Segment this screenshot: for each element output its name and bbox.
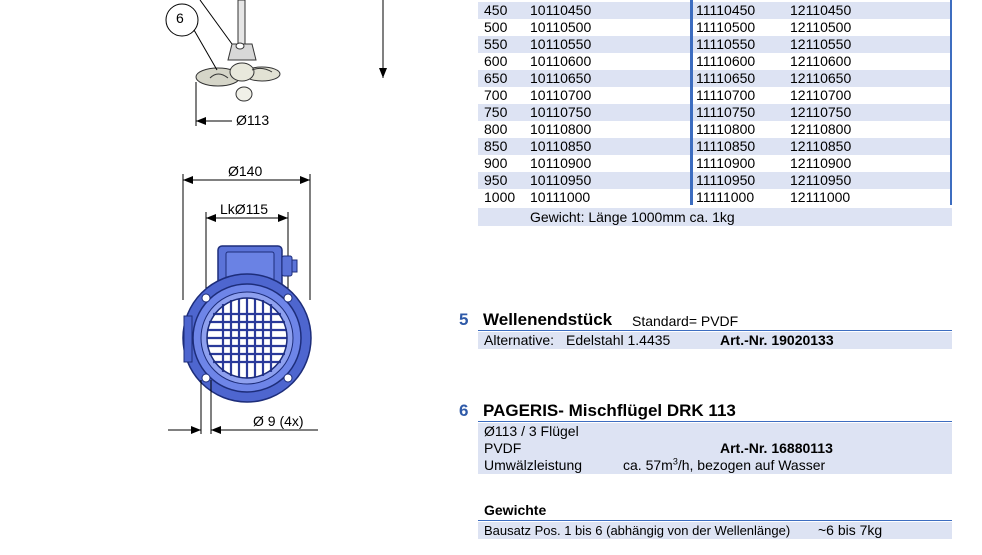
- article-c-cell: 12110550: [790, 36, 852, 52]
- article-a-cell: 10110750: [530, 104, 592, 120]
- article-c-cell: 12110500: [790, 19, 852, 35]
- article-a-cell: 10110950: [530, 172, 592, 188]
- technical-drawing: [165, 0, 387, 434]
- section-5-title: Wellenendstück: [483, 310, 613, 329]
- article-c-cell: 12110800: [790, 121, 852, 137]
- article-a-cell: 10110500: [530, 19, 592, 35]
- mixer-material: PVDF: [484, 440, 522, 456]
- alt-label: Alternative:: [484, 332, 555, 348]
- mixer-diameter-label: Ø113: [236, 112, 270, 128]
- table-row: 500 10110500 11110500 12110500: [478, 19, 952, 36]
- alt-material: Edelstahl 1.4435: [566, 332, 671, 348]
- article-a-cell: 10110850: [530, 138, 592, 154]
- article-c-cell: 12110900: [790, 155, 852, 171]
- table-divider: [690, 0, 693, 205]
- section-5-rule: [478, 330, 952, 331]
- article-b-cell: 11110450: [696, 2, 756, 18]
- mixer-assembly-drawing: [195, 0, 387, 126]
- shaft-length-cell: 450: [484, 2, 508, 18]
- article-b-cell: 11110550: [696, 36, 756, 52]
- article-a-cell: 10110800: [530, 121, 592, 137]
- shaft-length-cell: 650: [484, 70, 508, 86]
- article-a-cell: 10110600: [530, 53, 592, 69]
- article-a-cell: 10110900: [530, 155, 592, 171]
- table-row: 900 10110900 11110900 12110900: [478, 155, 952, 172]
- article-a-cell: 10110700: [530, 87, 592, 103]
- article-c-cell: 12110650: [790, 70, 852, 86]
- section-6-rule: [478, 421, 952, 422]
- table-row: 950 10110950 11110950 12110950: [478, 172, 952, 189]
- bolt-circle-label: LkØ115: [220, 201, 268, 217]
- article-c-cell: 12110600: [790, 53, 852, 69]
- article-a-cell: 10110550: [530, 36, 592, 52]
- article-c-cell: 12111000: [790, 189, 851, 205]
- hole-spec-label: Ø 9 (4x): [253, 413, 304, 429]
- article-c-cell: 12110450: [790, 2, 852, 18]
- article-b-cell: 11110650: [696, 70, 756, 86]
- article-b-cell: 11110750: [696, 104, 756, 120]
- shaft-length-cell: 700: [484, 87, 508, 103]
- table-weight-row: Gewicht: Länge 1000mm ca. 1kg: [478, 208, 952, 226]
- table-row: 800 10110800 11110800 12110800: [478, 121, 952, 138]
- shaft-length-cell: 550: [484, 36, 508, 52]
- weights-rule: [478, 520, 952, 521]
- section-6-title: PAGERIS- Mischflügel DRK 113: [483, 401, 736, 420]
- callout-number: 6: [176, 10, 184, 26]
- weights-label: Bausatz Pos. 1 bis 6 (abhängig von der W…: [484, 523, 791, 538]
- article-b-cell: 11111000: [696, 189, 755, 205]
- table-row: 1000 10111000 11111000 12111000: [478, 189, 952, 206]
- weights-heading: Gewichte: [484, 502, 547, 518]
- article-a-cell: 10110450: [530, 2, 592, 18]
- flow-value: ca. 57m3/h, bezogen auf Wasser: [623, 457, 825, 474]
- section-5-art-nr: Art.-Nr. 19020133: [720, 332, 834, 348]
- table-row: 850 10110850 11110850 12110850: [478, 138, 952, 155]
- article-b-cell: 11110850: [696, 138, 756, 154]
- article-a-cell: 10111000: [530, 189, 591, 205]
- article-b-cell: 11110500: [696, 19, 756, 35]
- article-b-cell: 11110600: [696, 53, 756, 69]
- weight-note: Gewicht: Länge 1000mm ca. 1kg: [530, 209, 735, 225]
- table-row: 600 10110600 11110600 12110600: [478, 53, 952, 70]
- article-c-cell: 12110850: [790, 138, 852, 154]
- section-5-number: 5: [459, 310, 469, 329]
- flow-value-main: ca. 57m: [623, 457, 673, 473]
- table-row: 450 10110450 11110450 12110450: [478, 2, 952, 19]
- shaft-length-cell: 800: [484, 121, 508, 137]
- article-b-cell: 11110800: [696, 121, 756, 137]
- article-c-cell: 12110950: [790, 172, 852, 188]
- article-c-cell: 12110750: [790, 104, 852, 120]
- shaft-length-cell: 500: [484, 19, 508, 35]
- motor-diameter-label: Ø140: [228, 163, 263, 179]
- table-row: 750 10110750 11110750 12110750: [478, 104, 952, 121]
- mixer-spec: Ø113 / 3 Flügel: [484, 423, 579, 439]
- table-right-border: [950, 0, 952, 205]
- article-b-cell: 11110950: [696, 172, 756, 188]
- flow-value-unit: /h, bezogen auf Wasser: [677, 457, 826, 473]
- article-a-cell: 10110650: [530, 70, 592, 86]
- shaft-length-cell: 750: [484, 104, 508, 120]
- section-6-art-nr: Art.-Nr. 16880113: [720, 440, 833, 456]
- section-5-subtitle: Standard= PVDF: [632, 313, 739, 329]
- weights-value: ~6 bis 7kg: [818, 522, 883, 538]
- table-row: 650 10110650 11110650 12110650: [478, 70, 952, 87]
- section-6-number: 6: [459, 401, 469, 420]
- flow-label: Umwälzleistung: [484, 457, 583, 473]
- shaft-length-cell: 600: [484, 53, 508, 69]
- article-b-cell: 11110700: [696, 87, 756, 103]
- shaft-length-cell: 1000: [484, 189, 516, 205]
- table-row: 700 10110700 11110700 12110700: [478, 87, 952, 104]
- shaft-length-cell: 850: [484, 138, 508, 154]
- shaft-length-cell: 950: [484, 172, 508, 188]
- article-c-cell: 12110700: [790, 87, 852, 103]
- article-b-cell: 11110900: [696, 155, 756, 171]
- section-6-row-2: [478, 440, 952, 457]
- shaft-length-cell: 900: [484, 155, 508, 171]
- table-row: 550 10110550 11110550 12110550: [478, 36, 952, 53]
